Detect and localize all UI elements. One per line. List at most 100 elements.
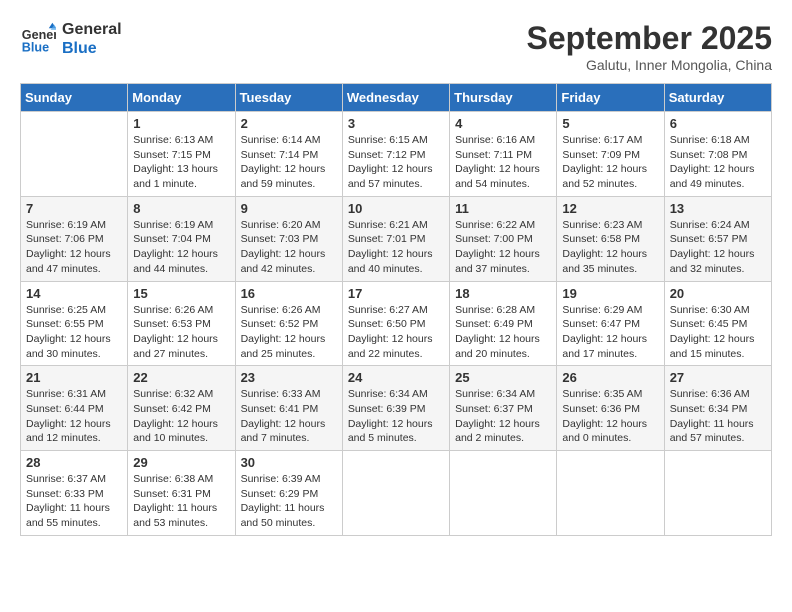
calendar-header-row: SundayMondayTuesdayWednesdayThursdayFrid… <box>21 84 772 112</box>
day-number: 10 <box>348 201 444 216</box>
day-number: 11 <box>455 201 551 216</box>
calendar-cell: 11Sunrise: 6:22 AM Sunset: 7:00 PM Dayli… <box>450 196 557 281</box>
calendar-cell: 13Sunrise: 6:24 AM Sunset: 6:57 PM Dayli… <box>664 196 771 281</box>
calendar-cell: 7 Sunrise: 6:19 AM Sunset: 7:06 PM Daylig… <box>21 196 128 281</box>
day-number: 23 <box>241 370 337 385</box>
col-header-friday: Friday <box>557 84 664 112</box>
day-info: Sunrise: 6:21 AM Sunset: 7:01 PM Dayligh… <box>348 218 444 277</box>
col-header-saturday: Saturday <box>664 84 771 112</box>
day-info: Sunrise: 6:34 AM Sunset: 6:39 PM Dayligh… <box>348 387 444 446</box>
calendar-cell: 25Sunrise: 6:34 AM Sunset: 6:37 PM Dayli… <box>450 366 557 451</box>
calendar-cell <box>450 451 557 536</box>
day-info: Sunrise: 6:39 AM Sunset: 6:29 PM Dayligh… <box>241 472 337 531</box>
day-info: Sunrise: 6:33 AM Sunset: 6:41 PM Dayligh… <box>241 387 337 446</box>
day-number: 30 <box>241 455 337 470</box>
day-info: Sunrise: 6:16 AM Sunset: 7:11 PM Dayligh… <box>455 133 551 192</box>
day-number: 6 <box>670 116 766 131</box>
day-info: Sunrise: 6:28 AM Sunset: 6:49 PM Dayligh… <box>455 303 551 362</box>
day-number: 7 <box>26 201 122 216</box>
day-number: 28 <box>26 455 122 470</box>
calendar-cell: 19 Sunrise: 6:29 AM Sunset: 6:47 PM Dayli… <box>557 281 664 366</box>
day-number: 18 <box>455 286 551 301</box>
calendar-cell: 10 Sunrise: 6:21 AM Sunset: 7:01 PM Dayli… <box>342 196 449 281</box>
day-number: 1 <box>133 116 229 131</box>
day-number: 4 <box>455 116 551 131</box>
calendar-cell: 24 Sunrise: 6:34 AM Sunset: 6:39 PM Dayli… <box>342 366 449 451</box>
day-number: 12 <box>562 201 658 216</box>
day-info: Sunrise: 6:27 AM Sunset: 6:50 PM Dayligh… <box>348 303 444 362</box>
calendar-cell: 27 Sunrise: 6:36 AM Sunset: 6:34 PM Dayli… <box>664 366 771 451</box>
calendar-week-2: 7 Sunrise: 6:19 AM Sunset: 7:06 PM Daylig… <box>21 196 772 281</box>
day-number: 19 <box>562 286 658 301</box>
day-number: 21 <box>26 370 122 385</box>
svg-text:Blue: Blue <box>22 41 49 55</box>
day-number: 8 <box>133 201 229 216</box>
day-info: Sunrise: 6:13 AM Sunset: 7:15 PM Dayligh… <box>133 133 229 192</box>
calendar-cell: 9 Sunrise: 6:20 AM Sunset: 7:03 PM Daylig… <box>235 196 342 281</box>
day-number: 27 <box>670 370 766 385</box>
calendar-table: SundayMondayTuesdayWednesdayThursdayFrid… <box>20 83 772 536</box>
day-number: 16 <box>241 286 337 301</box>
calendar-cell <box>664 451 771 536</box>
calendar-cell: 3Sunrise: 6:15 AM Sunset: 7:12 PM Daylig… <box>342 112 449 197</box>
day-info: Sunrise: 6:38 AM Sunset: 6:31 PM Dayligh… <box>133 472 229 531</box>
day-number: 20 <box>670 286 766 301</box>
day-info: Sunrise: 6:37 AM Sunset: 6:33 PM Dayligh… <box>26 472 122 531</box>
calendar-cell: 16Sunrise: 6:26 AM Sunset: 6:52 PM Dayli… <box>235 281 342 366</box>
day-info: Sunrise: 6:26 AM Sunset: 6:53 PM Dayligh… <box>133 303 229 362</box>
calendar-cell: 1 Sunrise: 6:13 AM Sunset: 7:15 PM Daylig… <box>128 112 235 197</box>
logo-line1: General <box>62 20 122 39</box>
calendar-cell: 20 Sunrise: 6:30 AM Sunset: 6:45 PM Dayli… <box>664 281 771 366</box>
calendar-cell: 28 Sunrise: 6:37 AM Sunset: 6:33 PM Dayli… <box>21 451 128 536</box>
calendar-cell: 6 Sunrise: 6:18 AM Sunset: 7:08 PM Daylig… <box>664 112 771 197</box>
calendar-cell: 17 Sunrise: 6:27 AM Sunset: 6:50 PM Dayli… <box>342 281 449 366</box>
calendar-week-5: 28 Sunrise: 6:37 AM Sunset: 6:33 PM Dayli… <box>21 451 772 536</box>
calendar-cell: 15 Sunrise: 6:26 AM Sunset: 6:53 PM Dayli… <box>128 281 235 366</box>
day-info: Sunrise: 6:20 AM Sunset: 7:03 PM Dayligh… <box>241 218 337 277</box>
day-number: 24 <box>348 370 444 385</box>
calendar-week-1: 1 Sunrise: 6:13 AM Sunset: 7:15 PM Daylig… <box>21 112 772 197</box>
day-info: Sunrise: 6:32 AM Sunset: 6:42 PM Dayligh… <box>133 387 229 446</box>
day-info: Sunrise: 6:25 AM Sunset: 6:55 PM Dayligh… <box>26 303 122 362</box>
calendar-cell <box>21 112 128 197</box>
month-title: September 2025 <box>527 20 772 57</box>
calendar-cell: 22Sunrise: 6:32 AM Sunset: 6:42 PM Dayli… <box>128 366 235 451</box>
calendar-cell <box>557 451 664 536</box>
day-info: Sunrise: 6:36 AM Sunset: 6:34 PM Dayligh… <box>670 387 766 446</box>
day-info: Sunrise: 6:18 AM Sunset: 7:08 PM Dayligh… <box>670 133 766 192</box>
day-number: 17 <box>348 286 444 301</box>
day-info: Sunrise: 6:30 AM Sunset: 6:45 PM Dayligh… <box>670 303 766 362</box>
day-number: 26 <box>562 370 658 385</box>
calendar-body: 1 Sunrise: 6:13 AM Sunset: 7:15 PM Daylig… <box>21 112 772 536</box>
calendar-week-4: 21Sunrise: 6:31 AM Sunset: 6:44 PM Dayli… <box>21 366 772 451</box>
col-header-wednesday: Wednesday <box>342 84 449 112</box>
col-header-sunday: Sunday <box>21 84 128 112</box>
calendar-cell: 2Sunrise: 6:14 AM Sunset: 7:14 PM Daylig… <box>235 112 342 197</box>
calendar-cell: 23 Sunrise: 6:33 AM Sunset: 6:41 PM Dayli… <box>235 366 342 451</box>
calendar-cell: 5Sunrise: 6:17 AM Sunset: 7:09 PM Daylig… <box>557 112 664 197</box>
calendar-cell <box>342 451 449 536</box>
day-number: 9 <box>241 201 337 216</box>
calendar-cell: 8 Sunrise: 6:19 AM Sunset: 7:04 PM Daylig… <box>128 196 235 281</box>
day-info: Sunrise: 6:19 AM Sunset: 7:04 PM Dayligh… <box>133 218 229 277</box>
day-number: 29 <box>133 455 229 470</box>
calendar-cell: 21Sunrise: 6:31 AM Sunset: 6:44 PM Dayli… <box>21 366 128 451</box>
calendar-cell: 12Sunrise: 6:23 AM Sunset: 6:58 PM Dayli… <box>557 196 664 281</box>
day-number: 3 <box>348 116 444 131</box>
day-number: 5 <box>562 116 658 131</box>
col-header-monday: Monday <box>128 84 235 112</box>
page-header: General Blue General Blue September 2025… <box>20 20 772 73</box>
logo-line2: Blue <box>62 39 122 58</box>
calendar-cell: 18 Sunrise: 6:28 AM Sunset: 6:49 PM Dayli… <box>450 281 557 366</box>
day-info: Sunrise: 6:29 AM Sunset: 6:47 PM Dayligh… <box>562 303 658 362</box>
day-info: Sunrise: 6:24 AM Sunset: 6:57 PM Dayligh… <box>670 218 766 277</box>
day-number: 2 <box>241 116 337 131</box>
day-number: 15 <box>133 286 229 301</box>
calendar-cell: 29 Sunrise: 6:38 AM Sunset: 6:31 PM Dayli… <box>128 451 235 536</box>
col-header-thursday: Thursday <box>450 84 557 112</box>
title-block: September 2025 Galutu, Inner Mongolia, C… <box>527 20 772 73</box>
calendar-cell: 14Sunrise: 6:25 AM Sunset: 6:55 PM Dayli… <box>21 281 128 366</box>
day-info: Sunrise: 6:19 AM Sunset: 7:06 PM Dayligh… <box>26 218 122 277</box>
calendar-cell: 26Sunrise: 6:35 AM Sunset: 6:36 PM Dayli… <box>557 366 664 451</box>
col-header-tuesday: Tuesday <box>235 84 342 112</box>
